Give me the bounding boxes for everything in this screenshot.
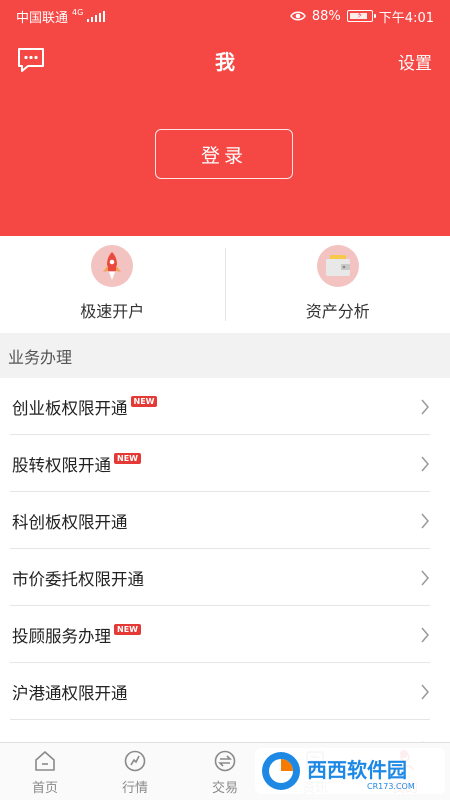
- battery-percent: 88%: [311, 8, 341, 24]
- list-item[interactable]: 创业板权限开通 NEW: [0, 378, 450, 435]
- nav-label: 行情: [121, 781, 148, 796]
- list-item-label: 创业板权限开通: [12, 398, 128, 418]
- nav-label: 交易: [211, 781, 238, 796]
- signal-icon: [87, 10, 106, 22]
- rocket-icon: [91, 245, 134, 287]
- svg-text:CR173.COM: CR173.COM: [367, 782, 415, 791]
- screen: 中国联通 4G 88% ⚡ 下午4:01 我 设置 登录 极速开户 资产分析 业…: [0, 0, 450, 800]
- svg-text:西西软件园: 西西软件园: [307, 758, 407, 782]
- wallet-icon: [316, 245, 359, 287]
- list-item[interactable]: 股转权限开通 NEW: [0, 435, 450, 492]
- top-bar: 我 设置: [0, 40, 450, 80]
- chevron-right-icon: [421, 513, 429, 528]
- nav-home[interactable]: 首页: [0, 743, 90, 800]
- chevron-right-icon: [421, 399, 429, 414]
- quick-action-label: 资产分析: [305, 302, 370, 321]
- list-item-label: 沪港通权限开通: [12, 683, 128, 703]
- list-item-label: 股转权限开通: [12, 455, 111, 475]
- quick-action-label: 极速开户: [80, 302, 145, 321]
- profile-header: 中国联通 4G 88% ⚡ 下午4:01 我 设置 登录: [0, 0, 450, 236]
- eye-icon: [290, 11, 306, 21]
- list-item[interactable]: 科创板权限开通: [0, 492, 450, 549]
- section-title: 业务办理: [8, 347, 73, 367]
- quick-action-asset-analysis[interactable]: 资产分析: [226, 236, 450, 333]
- service-list: 创业板权限开通 NEW 股转权限开通 NEW 科创板权限开通 市价委托权限开通 …: [0, 378, 450, 777]
- new-badge: NEW: [114, 624, 141, 635]
- market-icon: [124, 750, 146, 772]
- chevron-right-icon: [421, 570, 429, 585]
- quick-actions: 极速开户 资产分析: [0, 236, 450, 333]
- chevron-right-icon: [421, 456, 429, 471]
- status-bar: 中国联通 4G 88% ⚡ 下午4:01: [0, 0, 450, 32]
- message-button[interactable]: [16, 46, 46, 74]
- clock: 下午4:01: [378, 10, 434, 26]
- home-icon: [35, 751, 55, 771]
- trade-icon: [214, 750, 236, 772]
- list-item-label: 科创板权限开通: [12, 512, 128, 532]
- nav-label: 首页: [31, 781, 58, 796]
- list-item[interactable]: 沪港通权限开通: [0, 663, 450, 720]
- settings-button[interactable]: 设置: [398, 49, 432, 74]
- network-label: 4G: [72, 7, 84, 17]
- nav-market[interactable]: 行情: [90, 743, 180, 800]
- new-badge: NEW: [130, 396, 158, 407]
- quick-action-open-account[interactable]: 极速开户: [0, 236, 225, 333]
- carrier-label: 中国联通: [16, 10, 69, 26]
- list-item-label: 投顾服务办理: [12, 626, 111, 646]
- message-icon: [18, 48, 44, 72]
- list-item[interactable]: 投顾服务办理 NEW: [0, 606, 450, 663]
- section-header: 业务办理: [0, 333, 450, 378]
- watermark-logo: 西西软件园 CR173.COM: [255, 744, 445, 798]
- page-title: 我: [215, 49, 235, 74]
- list-item[interactable]: 市价委托权限开通: [0, 549, 450, 606]
- list-item-label: 市价委托权限开通: [12, 569, 144, 589]
- chevron-right-icon: [421, 627, 429, 642]
- login-button[interactable]: 登录: [155, 129, 293, 179]
- chevron-right-icon: [421, 684, 429, 699]
- new-badge: NEW: [114, 453, 141, 464]
- battery-icon: ⚡: [346, 10, 376, 22]
